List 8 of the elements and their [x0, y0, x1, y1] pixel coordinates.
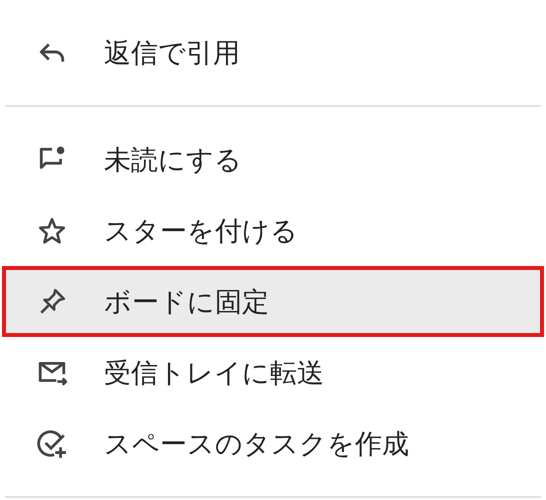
menu-item[interactable]: ボードに固定: [2, 266, 544, 337]
task-add-icon: [37, 428, 67, 458]
menu-item[interactable]: 返信で引用: [0, 17, 546, 88]
menu-item[interactable]: スターを付ける: [0, 195, 546, 266]
menu-item[interactable]: 受信トレイに転送: [0, 337, 546, 408]
menu-item[interactable]: 未読にする: [0, 124, 546, 195]
star-icon: [37, 216, 67, 246]
menu-item[interactable]: スペースのタスクを作成: [0, 408, 546, 479]
